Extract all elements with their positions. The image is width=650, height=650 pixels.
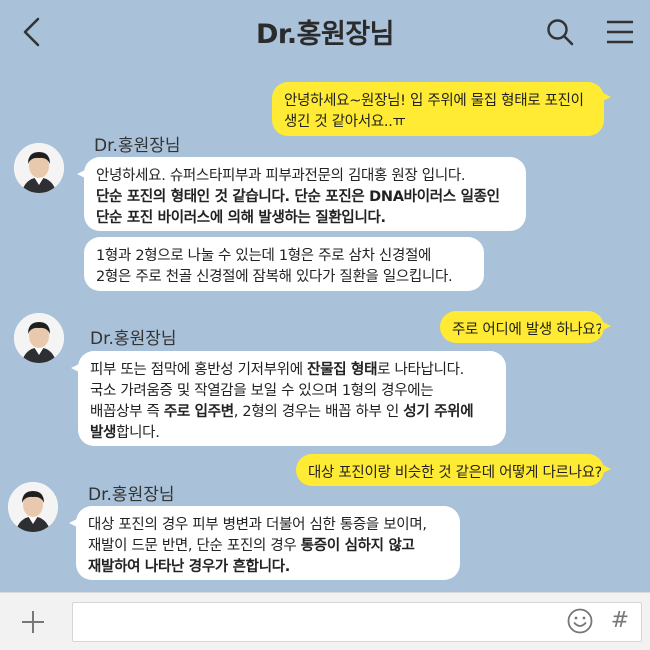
doctor-avatar-icon [14, 313, 64, 363]
message-text: 국소 가려움증 및 작열감을 보일 수 있으며 1형의 경우에는 [90, 383, 434, 399]
bold-text: 성기 주위에 [403, 404, 474, 420]
message-text: , 2형의 경우는 배꼽 하부 인 [233, 404, 404, 420]
message-text: 배꼽상부 즉 [90, 404, 164, 420]
message-text: 재발이 드문 반면, 단순 포진의 경우 [88, 538, 301, 554]
message-text: 합니다. [116, 425, 160, 441]
smiley-icon[interactable] [566, 607, 594, 635]
message-line: 대상 포진이랑 비슷한 것 같은데 어떻게 다르나요? [308, 463, 602, 484]
message-line: 1형과 2형으로 나눌 수 있는데 1형은 주로 삼차 신경절에 [96, 246, 472, 267]
bold-text: 통증이 심하지 않고 [300, 538, 415, 554]
message-line: 안녕하세요~원장님! 입 주위에 물집 형태로 포진이 [284, 91, 592, 112]
message-line: 단순 포진 바이러스에 의해 발생하는 질환입니다. [96, 208, 514, 229]
hash-button[interactable]: # [608, 607, 632, 635]
message-line: 대상 포진의 경우 피부 병변과 더불어 심한 통증을 보이며, [88, 515, 448, 536]
sender-name: Dr.홍원장님 [88, 485, 175, 505]
message-text: 피부 또는 점막에 홍반성 기저부위에 [90, 362, 308, 378]
message-line: 배꼽상부 즉 주로 입주변, 2형의 경우는 배꼽 하부 인 성기 주위에 [90, 402, 494, 423]
message-bubble-sent: 주로 어디에 발생 하나요? [440, 311, 611, 343]
message-line: 재발이 드문 반면, 단순 포진의 경우 통증이 심하지 않고 [88, 536, 448, 557]
message-line: 2형은 주로 천골 신경절에 잠복해 있다가 질환을 일으킵니다. [96, 267, 472, 288]
message-input[interactable] [72, 602, 642, 642]
message-line: 피부 또는 점막에 홍반성 기저부위에 잔물집 형태로 나타납니다. [90, 360, 494, 381]
hamburger-menu-icon[interactable] [605, 19, 635, 45]
message-line: 생긴 것 같아서요..ㅠ [284, 112, 592, 133]
sender-name: Dr.홍원장님 [90, 329, 177, 349]
bold-text: 재발하여 나타난 경우가 흔합니다. [88, 559, 291, 575]
message-text: 로 나타납니다. [377, 362, 464, 378]
message-text: 대상 포진의 경우 피부 병변과 더불어 심한 통증을 보이며, [88, 517, 427, 533]
bold-text: 주로 입주변 [163, 404, 234, 420]
message-text: 주로 어디에 발생 하나요? [452, 322, 603, 338]
message-bubble-sent: 안녕하세요~원장님! 입 주위에 물집 형태로 포진이생긴 것 같아서요..ㅠ [272, 82, 611, 136]
message-bubble-received: 1형과 2형으로 나눌 수 있는데 1형은 주로 삼차 신경절에 2형은 주로 천… [84, 237, 484, 291]
bold-text: 단순 포진 바이러스에 의해 발생하는 질환입니다. [96, 210, 386, 226]
avatar[interactable] [14, 143, 64, 193]
avatar[interactable] [14, 313, 64, 363]
message-bubble-sent: 대상 포진이랑 비슷한 것 같은데 어떻게 다르나요? [296, 454, 611, 486]
doctor-avatar-icon [8, 482, 58, 532]
message-bubble-received: 대상 포진의 경우 피부 병변과 더불어 심한 통증을 보이며, 재발이 드문 반… [69, 506, 460, 580]
message-line: 발생합니다. [90, 423, 494, 444]
plus-icon[interactable] [20, 609, 46, 635]
message-text: 대상 포진이랑 비슷한 것 같은데 어떻게 다르나요? [308, 465, 603, 481]
bold-text: 발생 [90, 425, 117, 441]
sender-name: Dr.홍원장님 [94, 136, 181, 156]
message-text: 2형은 주로 천골 신경절에 잠복해 있다가 질환을 일으킵니다. [96, 269, 453, 285]
message-line: 국소 가려움증 및 작열감을 보일 수 있으며 1형의 경우에는 [90, 381, 494, 402]
message-line: 재발하여 나타난 경우가 흔합니다. [88, 557, 448, 578]
message-bubble-received: 안녕하세요. 슈퍼스타피부과 피부과전문의 김대홍 원장 입니다. 단순 포진의 … [77, 157, 526, 231]
message-line: 주로 어디에 발생 하나요? [452, 320, 603, 341]
message-text: 1형과 2형으로 나눌 수 있는데 1형은 주로 삼차 신경절에 [96, 248, 432, 264]
doctor-avatar-icon [14, 143, 64, 193]
message-text: 생긴 것 같아서요..ㅠ [284, 114, 406, 130]
message-text: 안녕하세요~원장님! 입 주위에 물집 형태로 포진이 [284, 93, 584, 109]
bold-text: 단순 포진의 형태인 것 같습니다. 단순 포진은 DNA바이러스 일종인 [96, 189, 500, 205]
search-icon[interactable] [545, 17, 575, 47]
bold-text: 잔물집 형태 [307, 362, 378, 378]
message-composer: # [0, 592, 650, 650]
message-line: 단순 포진의 형태인 것 같습니다. 단순 포진은 DNA바이러스 일종인 [96, 187, 514, 208]
chat-header: Dr.홍원장님 [0, 0, 650, 64]
avatar[interactable] [8, 482, 58, 532]
message-line: 안녕하세요. 슈퍼스타피부과 피부과전문의 김대홍 원장 입니다. [96, 166, 514, 187]
message-bubble-received: 피부 또는 점막에 홍반성 기저부위에 잔물집 형태로 나타납니다. 국소 가려움… [71, 351, 506, 446]
message-text: 안녕하세요. 슈퍼스타피부과 피부과전문의 김대홍 원장 입니다. [96, 168, 466, 184]
